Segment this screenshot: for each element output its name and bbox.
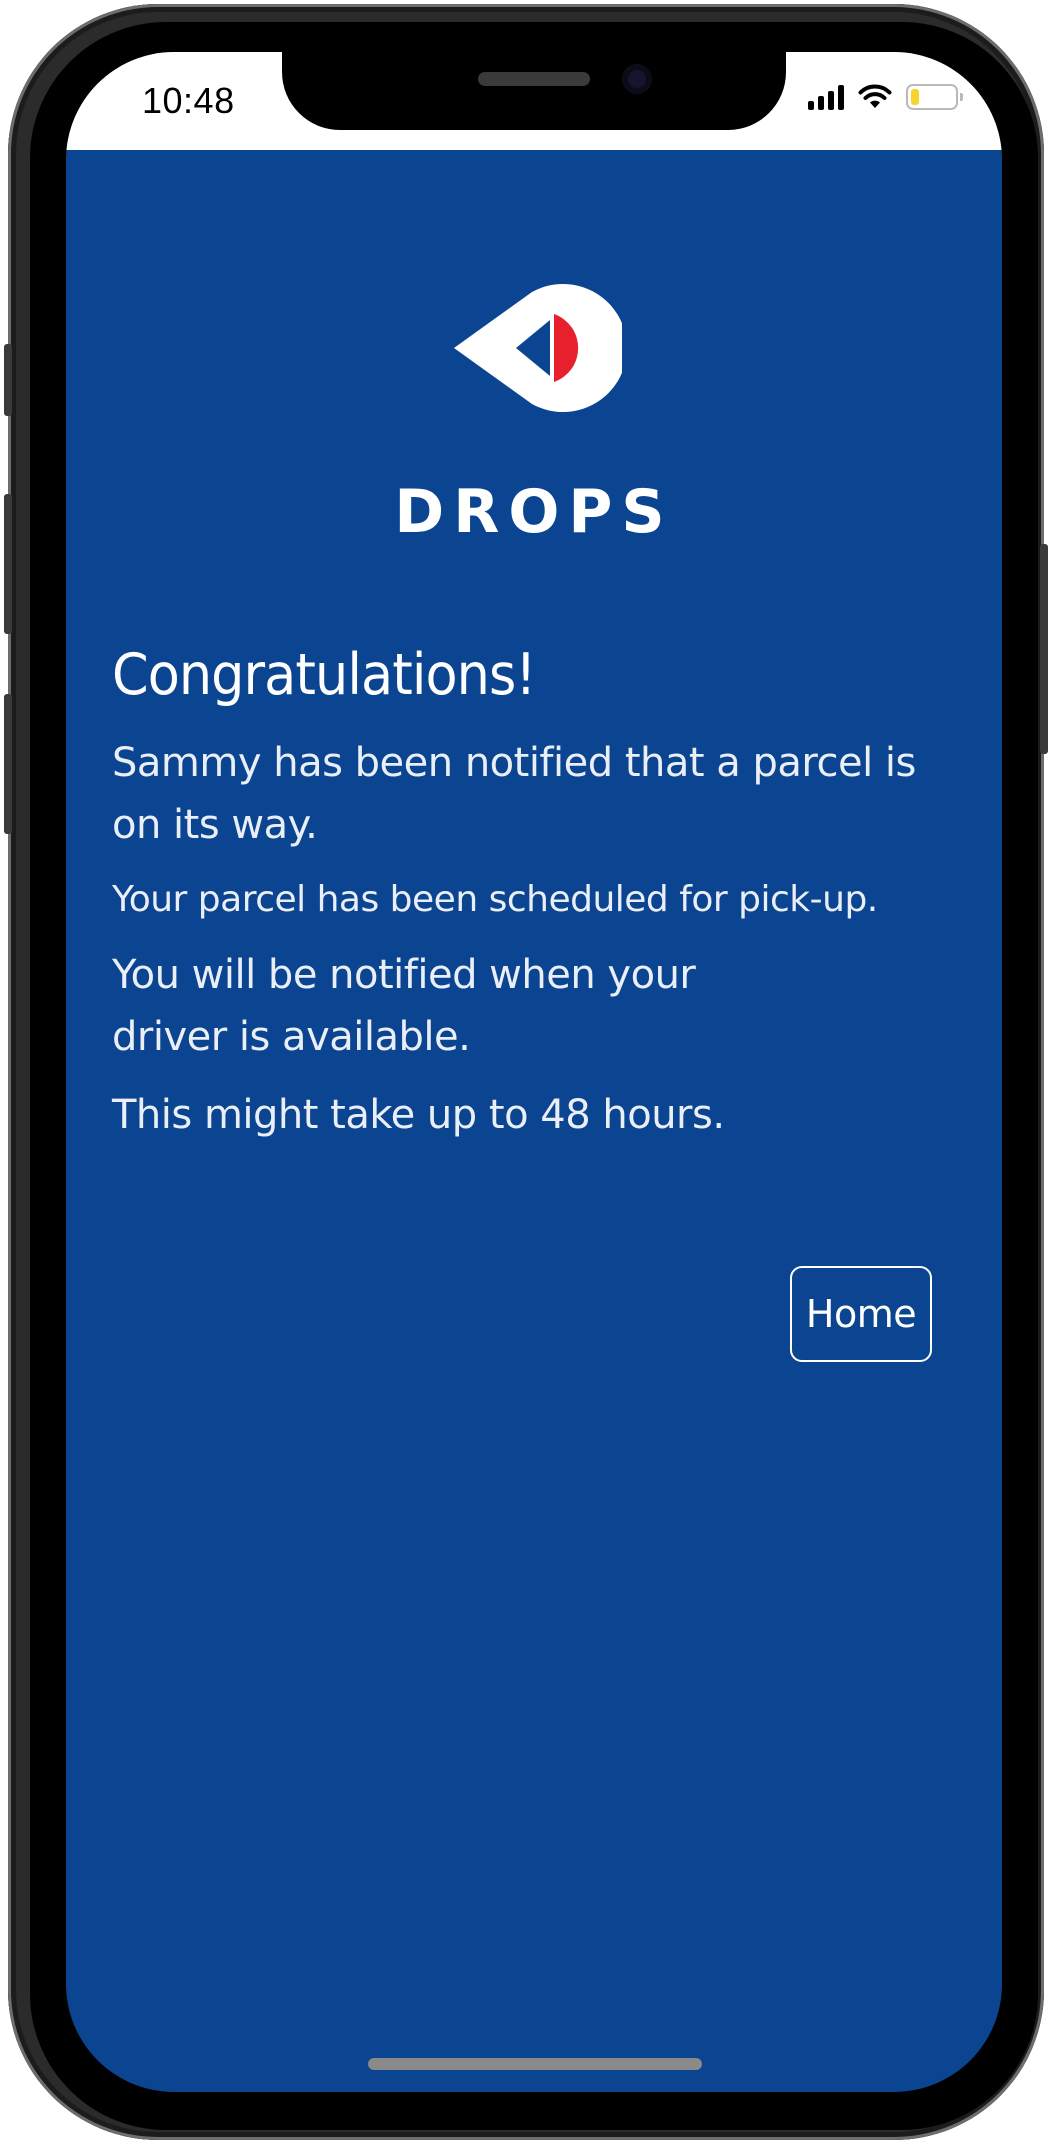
battery-icon — [906, 84, 963, 110]
front-camera — [622, 64, 652, 94]
status-bar: 10:48 — [66, 52, 1002, 150]
home-button[interactable]: Home — [790, 1266, 932, 1362]
status-time: 10:48 — [142, 80, 235, 121]
camera-notch — [282, 52, 786, 130]
recipient-notified-text: Sammy has been notified that a parcel is… — [112, 740, 916, 848]
drops-logo-icon — [454, 284, 622, 412]
battery-level-fill — [911, 89, 919, 105]
earpiece-speaker — [478, 72, 590, 86]
cellular-signal-icon — [808, 84, 844, 110]
confirmation-message: Congratulations! Sammy has been notified… — [112, 642, 942, 1162]
status-icons — [808, 84, 963, 110]
wifi-icon — [858, 84, 892, 108]
home-indicator[interactable] — [368, 2058, 702, 2070]
mute-switch — [4, 344, 12, 416]
app-screen: 10:48 DROPS Congratulations! Sammy has b… — [66, 52, 1002, 2092]
power-button — [1040, 544, 1048, 754]
timing-text: This might take up to 48 hours. — [112, 1092, 725, 1138]
pickup-scheduled-text: Your parcel has been scheduled for pick-… — [112, 879, 878, 920]
driver-notification-text: You will be notified when your driver is… — [112, 952, 696, 1060]
volume-up-button — [4, 494, 12, 634]
sheet-pull-handle[interactable] — [466, 144, 596, 150]
brand-name: DROPS — [394, 477, 674, 547]
volume-down-button — [4, 694, 12, 834]
phone-frame: 10:48 DROPS Congratulations! Sammy has b… — [4, 4, 1048, 2140]
page-title: Congratulations! — [112, 642, 536, 708]
